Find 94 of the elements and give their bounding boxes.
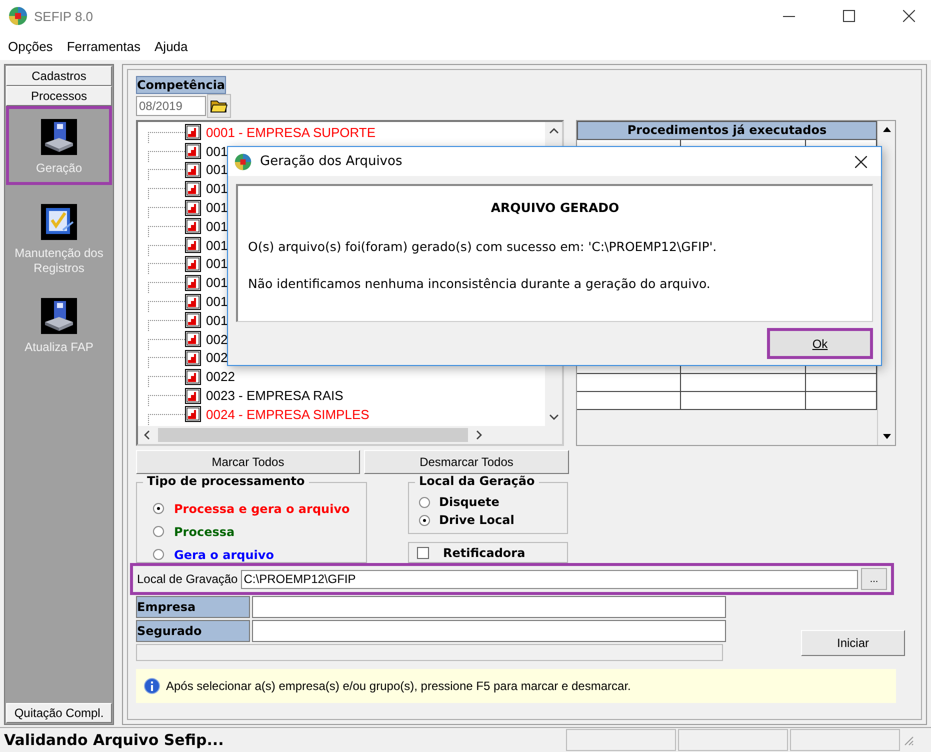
tree-item[interactable]: 001 <box>206 256 228 272</box>
scrollbar-thumb[interactable] <box>158 428 468 442</box>
info-icon <box>144 678 160 694</box>
arrow-up-icon[interactable] <box>882 127 890 132</box>
radio-label: Processa <box>174 524 235 538</box>
radio-button[interactable] <box>419 514 430 526</box>
checkbox[interactable] <box>417 546 429 558</box>
bar-chart-icon <box>185 237 201 254</box>
close-icon[interactable] <box>855 156 867 168</box>
resize-grip-icon[interactable] <box>902 734 914 746</box>
tree-item[interactable]: 001 <box>206 294 228 310</box>
input-field[interactable] <box>252 620 726 642</box>
chevron-down-icon[interactable] <box>548 414 558 420</box>
list-button[interactable]: Marcar Todos <box>136 450 360 474</box>
tree-item[interactable]: 001 <box>206 312 228 328</box>
field-label: Segurado <box>136 620 250 642</box>
date-field[interactable]: 08/2019 <box>136 96 206 116</box>
maximize-icon[interactable] <box>843 10 855 22</box>
menu-item[interactable]: Ajuda <box>154 38 188 54</box>
bar-chart-icon <box>185 162 201 178</box>
sidebar-item-label: Manutenção dos Registros <box>14 246 104 276</box>
path-field[interactable]: C:\PROEMP12\GFIP <box>240 570 858 588</box>
bar-chart-icon <box>185 200 201 216</box>
radio-label: Drive Local <box>439 513 514 527</box>
sidebar-tab[interactable]: Cadastros <box>6 66 112 86</box>
radio-label: Processa e gera o arquivo <box>174 502 350 516</box>
open-folder-button[interactable] <box>207 94 231 118</box>
bar-chart-icon <box>185 124 201 140</box>
message-heading: ARQUIVO GERADO <box>490 200 620 215</box>
menu-item[interactable]: Ferramentas <box>66 38 141 54</box>
start-button[interactable]: Iniciar <box>801 630 905 656</box>
ok-button[interactable]: Ok <box>767 328 873 359</box>
chevron-left-icon[interactable] <box>144 430 150 440</box>
checkbox-label: Retificadora <box>443 546 526 560</box>
tree-item[interactable]: 001 <box>206 200 228 216</box>
radio-label: Disquete <box>439 495 500 509</box>
tree-item[interactable]: 001 <box>206 275 228 290</box>
window-title: SEFIP 8.0 <box>34 8 94 24</box>
radio-button[interactable] <box>153 503 164 514</box>
bar-chart-icon <box>185 143 201 160</box>
app-logo-icon <box>234 152 252 170</box>
tree-item[interactable]: 001 <box>206 144 228 159</box>
input-field[interactable] <box>252 596 726 618</box>
bar-chart-icon <box>185 388 201 404</box>
list-button[interactable]: Desmarcar Todos <box>364 450 569 474</box>
sidebar-tab[interactable]: Processos <box>6 86 112 106</box>
info-text: Após selecionar a(s) empresa(s) e/ou grupo(s), pressione F5 para marcar e desmarcar. <box>166 679 631 693</box>
radio-button[interactable] <box>153 549 164 560</box>
tree-item[interactable]: 0001 - EMPRESA SUPORTE <box>206 124 376 140</box>
arrow-down-icon[interactable] <box>882 434 890 439</box>
status-text: Validando Arquivo Sefip... <box>3 731 225 749</box>
tree-item[interactable]: 001 <box>206 238 228 253</box>
group-title: Local da Geração <box>415 474 539 488</box>
app-logo-icon <box>8 6 28 26</box>
bar-chart-icon <box>185 274 201 291</box>
tree-item[interactable]: 001 <box>206 162 228 178</box>
chevron-right-icon[interactable] <box>476 430 482 440</box>
message-text: Não identificamos nenhuma inconsistência durante a geração do arquivo. <box>248 276 712 291</box>
tree-item[interactable]: 002 <box>206 332 228 347</box>
bar-chart-icon <box>185 256 201 272</box>
folder-icon <box>210 98 228 114</box>
tree-item[interactable]: 001 <box>206 218 228 234</box>
field-label: Competência <box>136 76 226 94</box>
radio-label: Gera o arquivo <box>174 548 274 562</box>
bar-chart-icon <box>185 312 201 328</box>
menu-item[interactable]: Opções <box>8 38 53 54</box>
radio-button[interactable] <box>419 496 430 508</box>
sidebar-item-label: Geração <box>36 161 82 176</box>
bar-chart-icon <box>185 180 201 197</box>
tree-item[interactable]: 001 <box>206 181 228 196</box>
bar-chart-icon <box>185 294 201 310</box>
bar-chart-icon <box>185 406 201 422</box>
horizontal-scrollbar[interactable] <box>138 426 562 444</box>
dialog-title: Geração dos Arquivos <box>260 154 402 169</box>
browse-button[interactable]: ... <box>861 568 887 590</box>
tree-item[interactable]: 0024 - EMPRESA SIMPLES <box>206 406 370 422</box>
tree-item[interactable]: 0022 <box>206 369 235 384</box>
sidebar-tab[interactable]: Quitação Compl. <box>6 703 112 723</box>
field-label: Local de Gravação <box>137 572 238 586</box>
radio-button[interactable] <box>153 526 164 537</box>
bar-chart-icon <box>185 368 201 385</box>
group-title: Tipo de processamento <box>143 474 309 488</box>
tree-item[interactable]: 002 <box>206 350 228 366</box>
column-header: Procedimentos já executados <box>577 121 877 140</box>
bar-chart-icon <box>185 218 201 234</box>
close-icon[interactable] <box>903 10 915 22</box>
chevron-up-icon[interactable] <box>548 128 558 134</box>
bar-chart-icon <box>185 350 201 366</box>
checklist-icon <box>41 204 77 240</box>
message-text: O(s) arquivo(s) foi(foram) gerado(s) com sucesso em: 'C:\PROEMP12\GFIP'. <box>248 239 718 254</box>
tree-item[interactable]: 0023 - EMPRESA RAIS <box>206 388 344 404</box>
field-label: Empresa <box>136 596 250 618</box>
sidebar-item-label: Atualiza FAP <box>24 340 94 355</box>
bar-chart-icon <box>185 331 201 348</box>
